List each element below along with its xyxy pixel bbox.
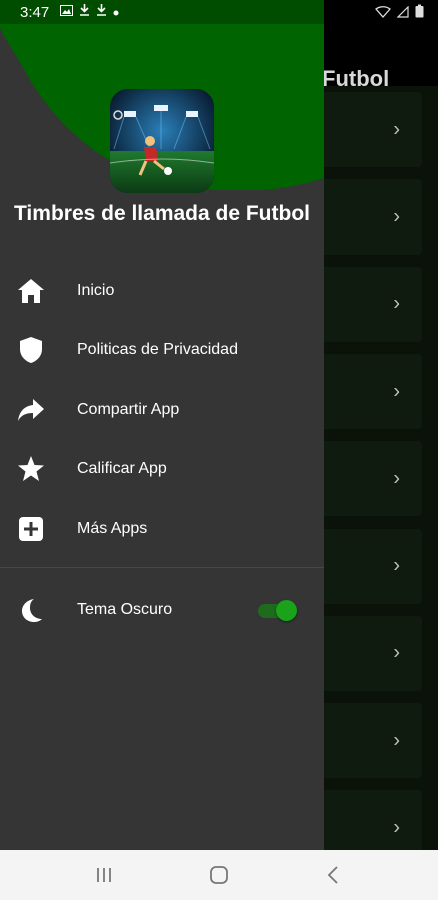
status-left-icons xyxy=(60,4,119,20)
chevron-right-icon: › xyxy=(393,641,400,664)
dot-icon xyxy=(113,4,119,20)
battery-icon xyxy=(415,4,424,23)
chevron-right-icon: › xyxy=(393,205,400,228)
chevron-right-icon: › xyxy=(393,554,400,577)
share-icon xyxy=(16,395,46,425)
navigation-drawer: Timbres de llamada de Futbol Inicio Poli… xyxy=(0,0,324,850)
soccer-stadium-logo xyxy=(110,89,214,193)
status-bar: 3:47 xyxy=(0,0,438,24)
shield-icon xyxy=(16,335,46,365)
menu-item-privacy[interactable]: Politicas de Privacidad xyxy=(0,321,324,381)
drawer-header: Timbres de llamada de Futbol xyxy=(0,0,324,240)
chevron-right-icon: › xyxy=(393,292,400,315)
drawer-menu: Inicio Politicas de Privacidad Compartir… xyxy=(0,261,324,559)
dark-theme-row: Tema Oscuro xyxy=(0,580,324,640)
back-icon[interactable] xyxy=(320,864,346,886)
dark-theme-toggle[interactable] xyxy=(258,600,298,621)
home-icon xyxy=(16,276,46,306)
menu-item-rate[interactable]: Calificar App xyxy=(0,440,324,500)
menu-divider xyxy=(0,567,324,568)
menu-item-more-apps[interactable]: Más Apps xyxy=(0,499,324,559)
chevron-right-icon: › xyxy=(393,380,400,403)
moon-icon xyxy=(16,595,46,625)
dark-theme-label: Tema Oscuro xyxy=(77,601,173,618)
plus-box-icon xyxy=(16,514,46,544)
menu-item-inicio[interactable]: Inicio xyxy=(0,261,324,321)
download-icon xyxy=(96,4,107,20)
chevron-right-icon: › xyxy=(393,118,400,141)
status-time: 3:47 xyxy=(20,4,50,21)
chevron-right-icon: › xyxy=(393,729,400,752)
signal-icon xyxy=(396,5,409,23)
download-icon xyxy=(79,4,90,20)
menu-label-privacy: Politicas de Privacidad xyxy=(77,341,238,359)
menu-label-share: Compartir App xyxy=(77,400,180,418)
star-icon xyxy=(16,454,46,484)
menu-label-rate: Calificar App xyxy=(77,460,167,478)
system-nav-bar xyxy=(0,850,438,900)
recents-icon[interactable] xyxy=(91,864,117,886)
home-icon[interactable] xyxy=(206,864,232,886)
menu-item-share[interactable]: Compartir App xyxy=(0,380,324,440)
status-right-icons xyxy=(375,4,424,23)
image-icon xyxy=(60,4,73,20)
chevron-right-icon: › xyxy=(393,467,400,490)
menu-label-inicio: Inicio xyxy=(77,281,115,299)
chevron-right-icon: › xyxy=(393,816,400,839)
wifi-icon xyxy=(375,5,391,23)
toggle-thumb xyxy=(276,600,297,621)
app-name: Timbres de llamada de Futbol xyxy=(13,202,310,225)
menu-label-more-apps: Más Apps xyxy=(77,519,148,537)
